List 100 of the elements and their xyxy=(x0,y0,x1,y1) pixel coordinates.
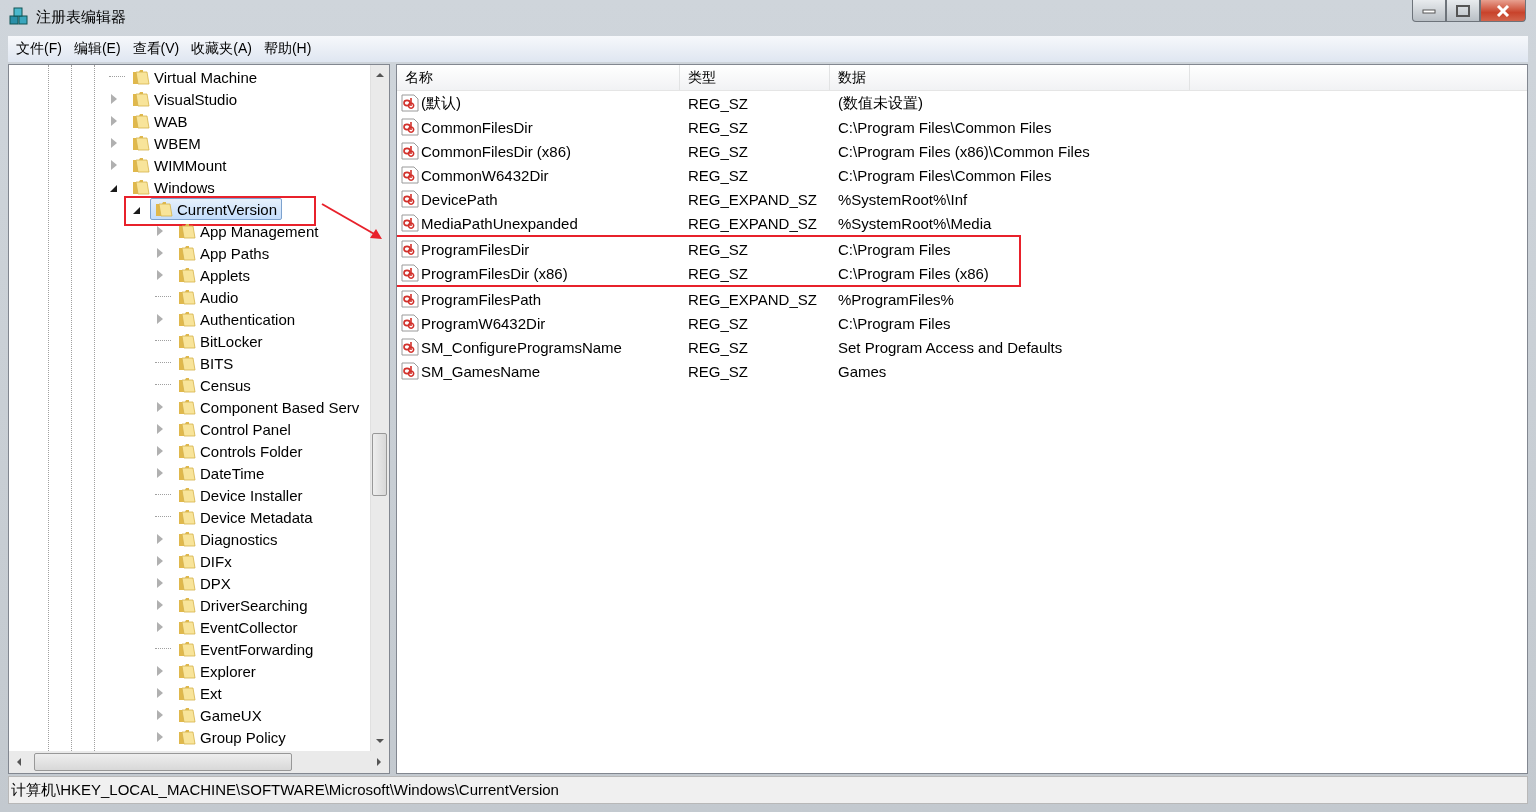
expand-icon[interactable] xyxy=(157,578,163,588)
tree-item[interactable]: DIFx xyxy=(173,550,237,572)
expand-icon[interactable] xyxy=(157,688,163,698)
tree-item[interactable]: Device Installer xyxy=(173,484,308,506)
expand-icon[interactable] xyxy=(157,248,163,258)
value-row[interactable]: CommonFilesDir REG_SZ C:\Program Files\Common Files xyxy=(397,115,1527,139)
column-header[interactable]: 名称 xyxy=(397,65,680,90)
scroll-up-icon[interactable] xyxy=(376,73,384,77)
folder-icon xyxy=(178,618,196,636)
tree-item[interactable]: WBEM xyxy=(127,132,206,154)
window-title: 注册表编辑器 xyxy=(36,8,126,27)
folder-icon xyxy=(178,596,196,614)
scroll-down-icon[interactable] xyxy=(376,739,384,743)
tree-item[interactable]: Diagnostics xyxy=(173,528,283,550)
minimize-button[interactable] xyxy=(1412,0,1446,22)
column-header[interactable]: 类型 xyxy=(680,65,830,90)
menu-item[interactable]: 文件(F) xyxy=(10,40,68,58)
expand-icon[interactable] xyxy=(157,226,163,236)
tree-item[interactable]: DPX xyxy=(173,572,236,594)
expand-icon[interactable] xyxy=(157,402,163,412)
tree-item[interactable]: Census xyxy=(173,374,256,396)
folder-icon xyxy=(178,354,196,372)
vertical-scrollbar[interactable] xyxy=(370,65,389,751)
expand-icon[interactable] xyxy=(157,600,163,610)
expand-icon[interactable] xyxy=(111,138,117,148)
expand-icon[interactable] xyxy=(157,468,163,478)
expand-icon[interactable] xyxy=(111,160,117,170)
expand-icon[interactable] xyxy=(157,314,163,324)
tree-item[interactable]: DateTime xyxy=(173,462,270,484)
menu-item[interactable]: 查看(V) xyxy=(126,40,186,58)
tree-item[interactable]: WIMMount xyxy=(127,154,232,176)
tree-item[interactable]: GameUX xyxy=(173,704,267,726)
value-row[interactable]: DevicePath REG_EXPAND_SZ %SystemRoot%\Inf xyxy=(397,187,1527,211)
value-row[interactable]: SM_ConfigureProgramsName REG_SZ Set Program Access and Defaults xyxy=(397,335,1527,359)
value-row[interactable]: CommonFilesDir (x86) REG_SZ C:\Program Files (x86)\Common Files xyxy=(397,139,1527,163)
expand-icon[interactable] xyxy=(111,94,117,104)
tree-item[interactable]: EventCollector xyxy=(173,616,303,638)
expand-icon[interactable] xyxy=(157,710,163,720)
value-data: Games xyxy=(837,362,888,380)
scroll-thumb[interactable] xyxy=(34,753,292,771)
tree-item[interactable]: Windows xyxy=(127,176,220,198)
value-row[interactable]: CommonW6432Dir REG_SZ C:\Program Files\Common Files xyxy=(397,163,1527,187)
tree-item[interactable]: Component Based Serv xyxy=(173,396,365,418)
expand-icon[interactable] xyxy=(157,534,163,544)
value-type: REG_SZ xyxy=(687,166,749,184)
value-name: ProgramFilesPath xyxy=(421,290,542,308)
value-row[interactable]: ProgramFilesDir REG_SZ C:\Program Files xyxy=(397,237,1019,261)
tree-item[interactable]: Controls Folder xyxy=(173,440,308,462)
scroll-left-icon[interactable] xyxy=(17,758,21,766)
value-data: C:\Program Files xyxy=(837,240,952,258)
tree-item[interactable]: App Management xyxy=(173,220,324,242)
tree-item[interactable]: App Paths xyxy=(173,242,275,264)
menu-item[interactable]: 帮助(H) xyxy=(257,40,318,58)
folder-icon xyxy=(178,530,196,548)
expand-icon[interactable] xyxy=(157,424,163,434)
horizontal-scrollbar[interactable] xyxy=(9,751,389,773)
value-type: REG_SZ xyxy=(687,338,749,356)
expand-icon[interactable] xyxy=(157,732,163,742)
tree-item[interactable]: EventForwarding xyxy=(173,638,319,660)
expand-icon[interactable] xyxy=(157,666,163,676)
value-row[interactable]: ProgramFilesDir (x86) REG_SZ C:\Program Files (x86) xyxy=(397,261,1019,285)
value-row[interactable]: (默认) REG_SZ (数值未设置) xyxy=(397,91,1527,115)
tree-item[interactable]: Group Policy xyxy=(173,726,291,748)
collapse-icon[interactable] xyxy=(110,184,117,192)
scroll-right-icon[interactable] xyxy=(377,758,381,766)
tree-item[interactable]: CurrentVersion xyxy=(150,198,283,220)
tree-item[interactable]: Explorer xyxy=(173,660,261,682)
annotation-arrow xyxy=(320,202,384,242)
menu-item[interactable]: 收藏夹(A) xyxy=(185,40,258,58)
expand-icon[interactable] xyxy=(157,270,163,280)
expand-icon[interactable] xyxy=(157,622,163,632)
tree-item[interactable]: DriverSearching xyxy=(173,594,313,616)
value-row[interactable]: SM_GamesName REG_SZ Games xyxy=(397,359,1527,383)
tree-item[interactable]: BitLocker xyxy=(173,330,268,352)
expand-icon[interactable] xyxy=(157,446,163,456)
maximize-button[interactable] xyxy=(1446,0,1480,22)
string-value-icon xyxy=(401,190,419,208)
column-header[interactable]: 数据 xyxy=(830,65,1190,90)
scroll-thumb[interactable] xyxy=(372,433,387,496)
close-button[interactable] xyxy=(1480,0,1526,22)
value-row[interactable]: ProgramFilesPath REG_EXPAND_SZ %ProgramFiles% xyxy=(397,287,1527,311)
tree-item[interactable]: Control Panel xyxy=(173,418,296,440)
tree-item[interactable]: BITS xyxy=(173,352,239,374)
tree-item[interactable]: VisualStudio xyxy=(127,88,243,110)
value-data: Set Program Access and Defaults xyxy=(837,338,1064,356)
value-row[interactable]: MediaPathUnexpanded REG_EXPAND_SZ %SystemRoot%\Media xyxy=(397,211,1527,235)
expand-icon[interactable] xyxy=(157,556,163,566)
collapse-icon[interactable] xyxy=(133,206,140,214)
expand-icon[interactable] xyxy=(111,116,117,126)
value-type: REG_SZ xyxy=(687,314,749,332)
tree-item[interactable]: Virtual Machine xyxy=(127,66,263,88)
tree-item[interactable]: Applets xyxy=(173,264,256,286)
tree-item[interactable]: WAB xyxy=(127,110,193,132)
value-row[interactable]: ProgramW6432Dir REG_SZ C:\Program Files xyxy=(397,311,1527,335)
value-data: C:\Program Files xyxy=(837,314,952,332)
tree-item[interactable]: Audio xyxy=(173,286,244,308)
tree-item[interactable]: Authentication xyxy=(173,308,301,330)
menu-item[interactable]: 编辑(E) xyxy=(67,40,127,58)
tree-item[interactable]: Device Metadata xyxy=(173,506,318,528)
tree-item[interactable]: Ext xyxy=(173,682,227,704)
